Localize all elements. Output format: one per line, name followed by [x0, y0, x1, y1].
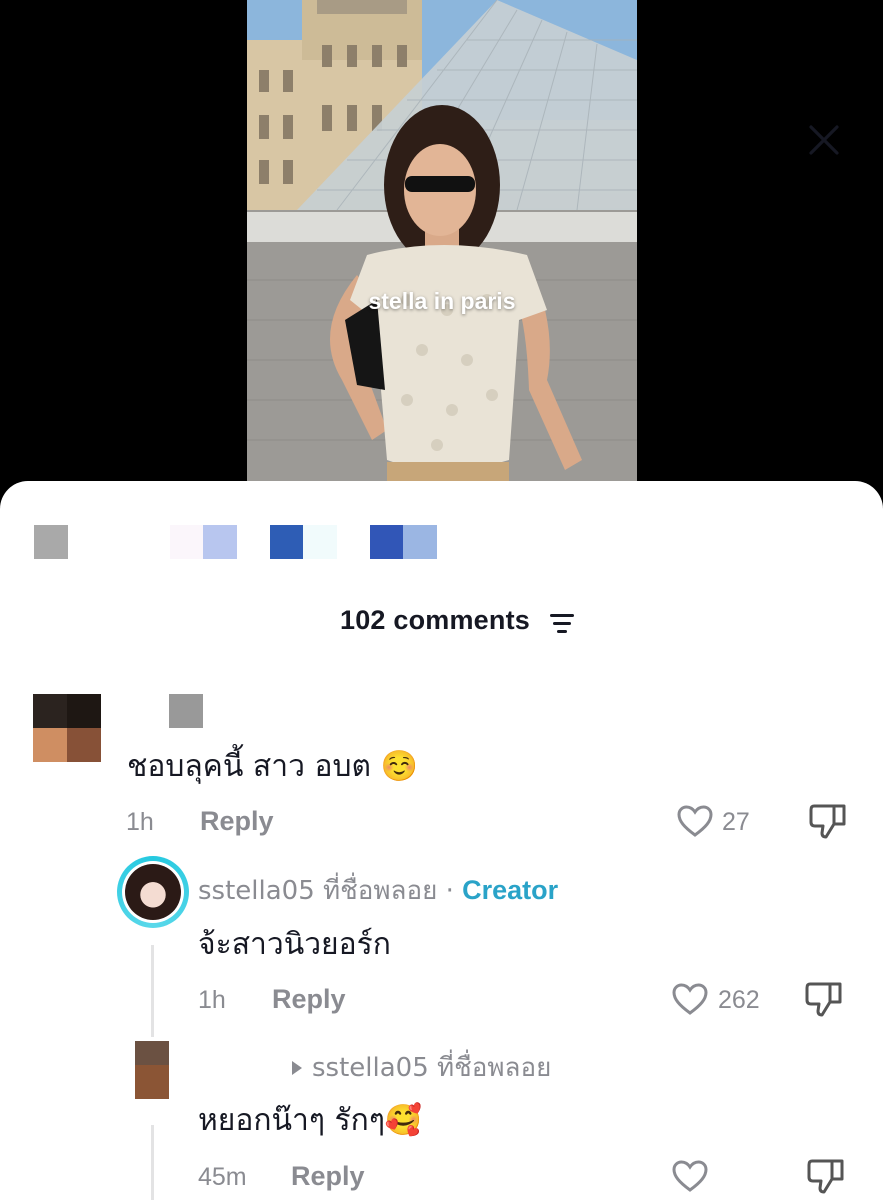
- creator-avatar[interactable]: [117, 856, 189, 928]
- dislike-icon[interactable]: [808, 802, 848, 840]
- separator-dot: ·: [445, 876, 454, 906]
- username-redacted[interactable]: [169, 694, 203, 728]
- reply-button[interactable]: Reply: [200, 806, 274, 837]
- like-count: 27: [722, 808, 750, 836]
- reply-to-username[interactable]: sstella05 ที่ชื่อพลอย: [312, 1053, 551, 1083]
- creator-name-line: sstella05 ที่ชื่อพลอย · Creator: [198, 870, 558, 911]
- reply-arrow-icon: [292, 1060, 302, 1075]
- avatar[interactable]: [135, 1041, 169, 1099]
- avatar[interactable]: [33, 694, 101, 762]
- comment-time: 1h: [198, 986, 226, 1014]
- video-player[interactable]: stella in paris: [0, 0, 883, 500]
- comment-time: 1h: [126, 808, 154, 836]
- comment-count: 102 comments: [340, 605, 530, 635]
- reply-to-line: sstella05 ที่ชื่อพลอย: [272, 1047, 551, 1088]
- video-frame[interactable]: stella in paris: [247, 0, 637, 482]
- dislike-icon[interactable]: [804, 980, 844, 1018]
- comment-text: จ้ะสาวนิวยอร์ก: [198, 927, 391, 962]
- reply-button[interactable]: Reply: [291, 1161, 365, 1192]
- heart-icon[interactable]: [676, 804, 714, 838]
- dislike-icon[interactable]: [806, 1157, 846, 1195]
- video-scene-image: [247, 0, 637, 482]
- comment-text: หยอกน๊าๆ รักๆ🥰: [198, 1103, 423, 1138]
- comment-time: 45m: [198, 1163, 247, 1191]
- heart-icon[interactable]: [671, 1159, 709, 1193]
- sort-lines-icon[interactable]: [550, 613, 578, 633]
- comments-header: 102 comments: [0, 599, 883, 643]
- video-caption: stella in paris: [368, 288, 516, 314]
- comment-text: ชอบลุคนี้ สาว อบต ☺️: [127, 749, 418, 784]
- creator-badge: Creator: [462, 875, 559, 905]
- thread-line: [151, 945, 154, 1037]
- close-icon[interactable]: [806, 122, 842, 158]
- thread-line: [151, 1125, 154, 1200]
- comments-sheet: 102 comments: [0, 481, 883, 1200]
- like-count: 262: [718, 986, 760, 1014]
- reply-button[interactable]: Reply: [272, 984, 346, 1015]
- heart-icon[interactable]: [671, 982, 709, 1016]
- creator-username[interactable]: sstella05 ที่ชื่อพลอย: [198, 876, 437, 906]
- redacted-banner: [0, 481, 883, 571]
